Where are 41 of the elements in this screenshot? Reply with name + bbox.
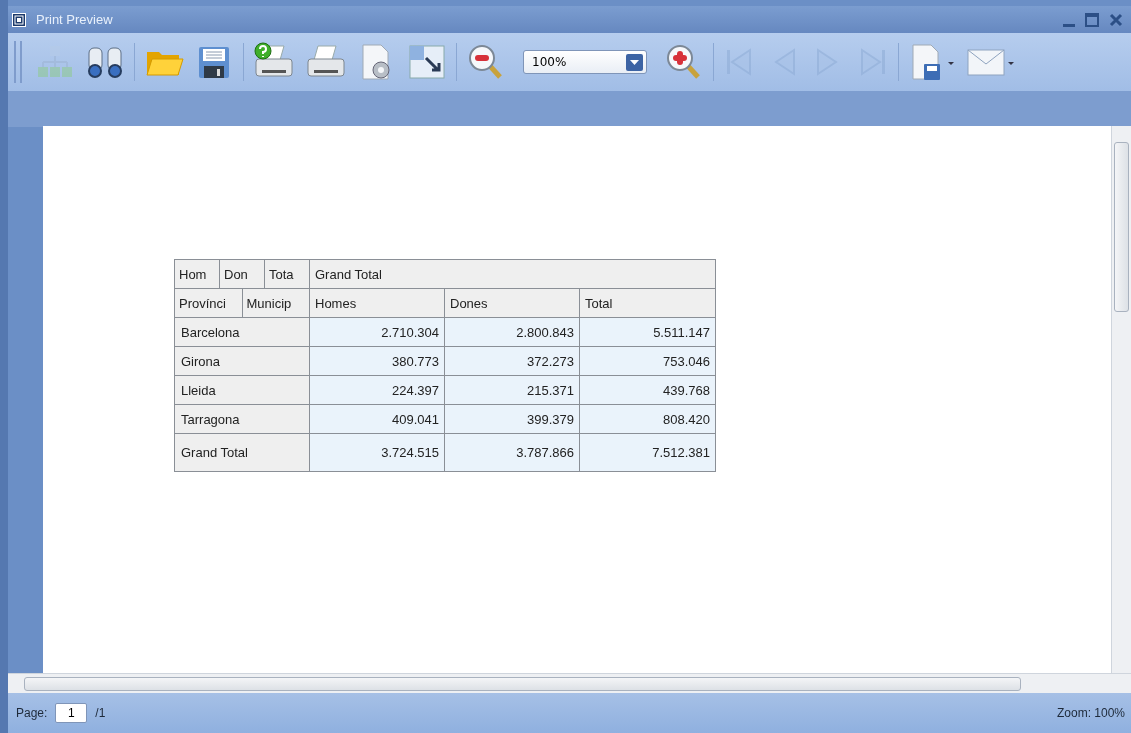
table-cell: 215.371 [445, 376, 580, 404]
toolbar-grip[interactable] [14, 41, 22, 83]
window-title: Print Preview [36, 12, 113, 27]
zoom-dropdown[interactable]: 100% [523, 50, 647, 74]
table-cell: 3.787.866 [445, 434, 580, 471]
table-cell: 808.420 [580, 405, 715, 433]
table-cell: 5.511.147 [580, 318, 715, 346]
table-cell: 2.800.843 [445, 318, 580, 346]
table-cell: 2.710.304 [310, 318, 445, 346]
row-header: Barcelona [175, 318, 310, 346]
page-label: Page: [16, 706, 48, 720]
maximize-icon[interactable] [1085, 12, 1099, 27]
table-cell: 753.046 [580, 347, 715, 375]
table-cell: 3.724.515 [310, 434, 445, 471]
table-cell: 372.273 [445, 347, 580, 375]
page-number-field[interactable]: 1 [55, 703, 88, 723]
table-cell: 380.773 [310, 347, 445, 375]
vertical-scrollbar[interactable] [1111, 126, 1131, 673]
zoom-level: Zoom: 100% [1056, 706, 1125, 720]
row-header: Lleida [175, 376, 310, 404]
table-cell: 399.379 [445, 405, 580, 433]
row-header: Girona [175, 347, 310, 375]
table-cell: 7.512.381 [580, 434, 715, 471]
table-cell: 409.041 [310, 405, 445, 433]
page-count: /1 [95, 706, 106, 720]
table-cell: 439.768 [580, 376, 715, 404]
close-icon[interactable] [1109, 12, 1123, 27]
horizontal-scrollbar[interactable] [8, 673, 1131, 693]
row-header: Tarragona [175, 405, 310, 433]
row-header: Grand Total [175, 434, 310, 471]
table-cell: 224.397 [310, 376, 445, 404]
column-header: Grand Total [310, 260, 715, 288]
column-header: Total [580, 289, 715, 317]
column-header: Dones [445, 289, 580, 317]
window-icon [12, 12, 26, 27]
data-field-header: Don [220, 260, 265, 288]
row-field-header: Provínci [175, 289, 243, 317]
data-field-header: Tota [265, 260, 309, 288]
column-header: Homes [310, 289, 445, 317]
row-field-header: Municip [242, 289, 309, 317]
data-field-header: Hom [175, 260, 220, 288]
